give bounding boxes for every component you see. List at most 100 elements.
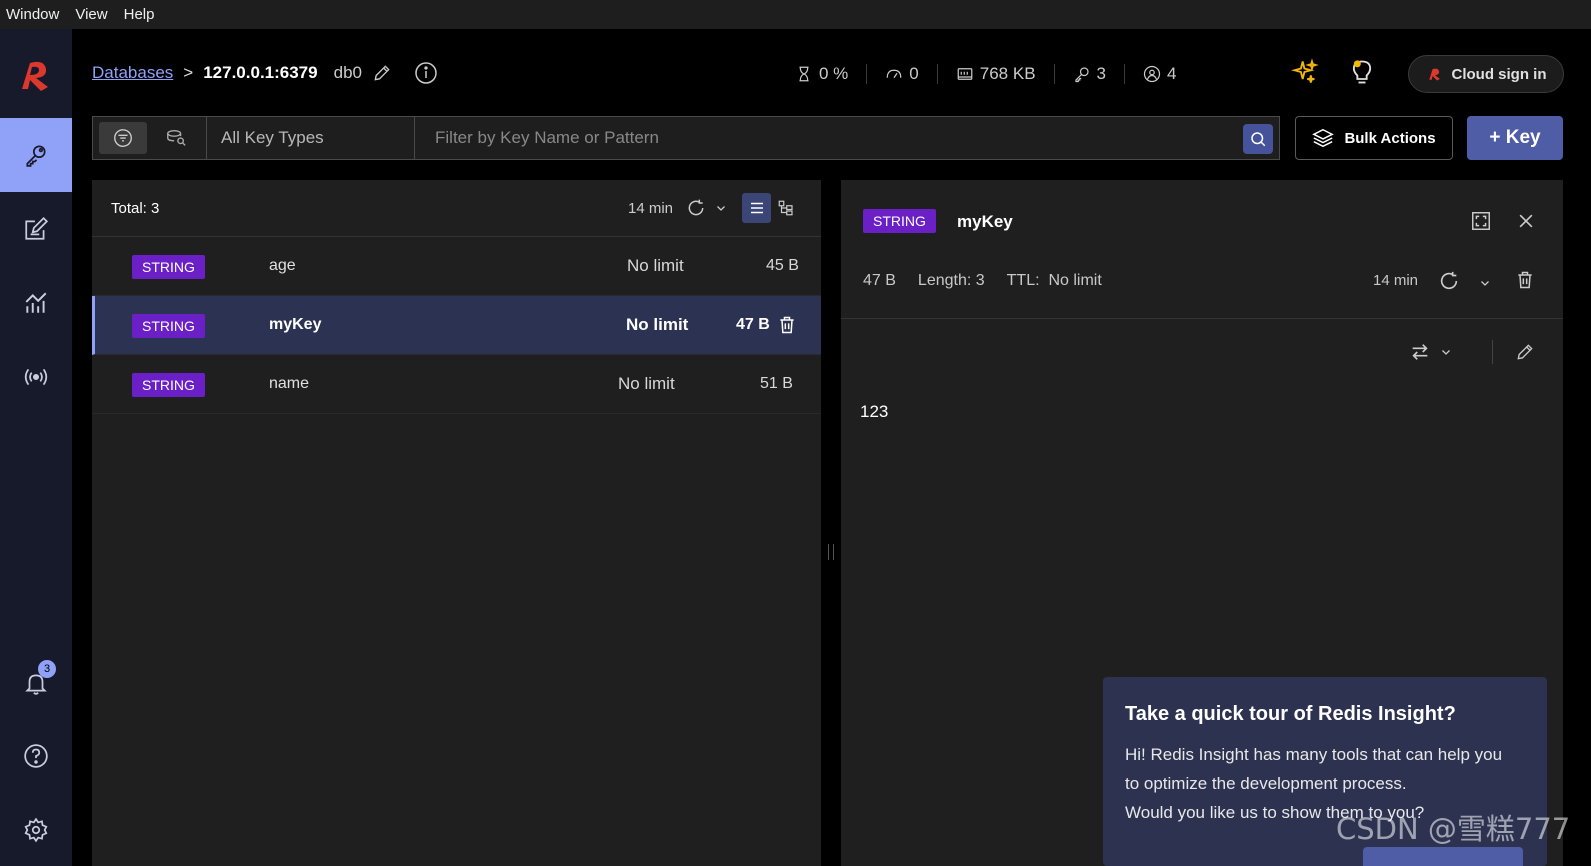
ai-assistant-icon[interactable] <box>1290 57 1320 87</box>
edit-icon <box>25 216 49 240</box>
key-row[interactable]: STRING name No limit 51 B <box>92 355 821 414</box>
tree-view-button[interactable] <box>771 193 800 223</box>
key-value[interactable]: 123 <box>860 402 888 422</box>
memory-icon <box>957 68 973 80</box>
key-icon <box>1074 67 1089 83</box>
search-button[interactable] <box>1243 124 1273 154</box>
filter-icon <box>113 129 132 147</box>
last-refresh-time: 14 min <box>1373 272 1419 289</box>
gear-icon <box>24 817 48 843</box>
sidebar-item-notifications[interactable]: 3 <box>0 646 72 720</box>
format-switch-icon[interactable] <box>1406 338 1434 366</box>
tour-start-button[interactable] <box>1363 847 1523 866</box>
key-name-title[interactable]: myKey <box>957 212 1013 232</box>
view-mode-toggle <box>742 193 800 223</box>
menu-help[interactable]: Help <box>124 6 155 23</box>
key-icon <box>26 145 46 167</box>
sidebar-item-workbench[interactable] <box>0 192 72 266</box>
breadcrumb-separator: > <box>183 63 194 82</box>
key-type-badge: STRING <box>132 373 205 397</box>
database-host: 127.0.0.1:6379 <box>203 63 318 82</box>
total-keys: Total: 3 <box>111 200 160 217</box>
filter-bar: All Key Types Filter by Key Name or Patt… <box>92 116 1280 160</box>
key-ttl: No limit <box>626 315 689 334</box>
chevron-down-icon[interactable] <box>707 194 735 222</box>
key-search-input[interactable]: Filter by Key Name or Pattern <box>415 117 1279 159</box>
key-type-badge: STRING <box>132 255 205 279</box>
broadcast-icon <box>24 368 48 386</box>
trash-icon[interactable] <box>777 314 797 341</box>
lightbulb-icon[interactable] <box>1347 57 1377 87</box>
layers-icon <box>1312 128 1335 148</box>
redis-logo-icon <box>1428 68 1440 81</box>
info-icon[interactable] <box>414 61 438 85</box>
stat-cpu: 0 % <box>777 64 866 84</box>
stat-memory: 768 KB <box>936 64 1054 84</box>
add-key-button[interactable]: + Key <box>1467 116 1563 160</box>
redis-logo-icon[interactable] <box>14 53 58 97</box>
menu-window[interactable]: Window <box>6 6 59 23</box>
sidebar: 3 <box>0 29 72 866</box>
key-details-header: STRING myKey 47 B Length: 3 TTL: No limi… <box>841 180 1563 319</box>
sidebar-item-browser[interactable] <box>0 118 72 192</box>
key-name: myKey <box>269 316 322 333</box>
stat-ops: 0 <box>866 64 936 84</box>
help-icon <box>24 744 48 768</box>
hourglass-icon <box>799 66 809 82</box>
key-size: 45 B <box>766 257 799 274</box>
key-type-badge: STRING <box>132 314 205 338</box>
close-icon[interactable] <box>1512 207 1540 235</box>
key-length: Length: 3 <box>917 272 985 289</box>
pencil-icon[interactable] <box>1511 338 1539 366</box>
tour-text-line-2: to optimize the development process. <box>1125 774 1407 793</box>
list-icon <box>750 202 763 214</box>
refresh-icon[interactable] <box>682 194 710 222</box>
tour-title: Take a quick tour of Redis Insight? <box>1125 703 1456 725</box>
pencil-icon[interactable] <box>372 63 392 83</box>
key-size: 51 B <box>760 375 793 392</box>
menu-view[interactable]: View <box>75 6 107 23</box>
key-type-select[interactable]: All Key Types <box>207 117 415 159</box>
trash-icon[interactable] <box>1511 266 1539 294</box>
key-size: 47 B <box>736 316 770 333</box>
key-name: name <box>269 375 310 392</box>
filter-mode-search-button[interactable] <box>153 122 201 154</box>
chevron-down-icon[interactable] <box>1471 269 1499 297</box>
cloud-sign-in-button[interactable]: Cloud sign in <box>1408 55 1564 93</box>
key-list-panel: Total: 3 14 min STRING age No limit 45 B… <box>92 180 821 866</box>
tree-icon <box>778 200 793 216</box>
breadcrumb: Databases > 127.0.0.1:6379 db0 <box>92 61 438 85</box>
chevron-down-icon[interactable] <box>1432 338 1460 366</box>
key-list-header: Total: 3 14 min <box>92 180 821 237</box>
panel-resize-handle[interactable] <box>821 180 841 866</box>
speedometer-icon <box>886 69 902 79</box>
tour-text-line-1: Hi! Redis Insight has many tools that ca… <box>1125 745 1503 764</box>
toolbar-divider <box>1492 340 1493 364</box>
list-view-button[interactable] <box>742 193 771 223</box>
header: Databases > 127.0.0.1:6379 db0 0 % 0 768… <box>72 29 1591 117</box>
key-type-badge: STRING <box>863 209 936 233</box>
watermark: CSDN @雪糕777 <box>1336 812 1571 846</box>
refresh-icon[interactable] <box>1435 267 1463 295</box>
breadcrumb-databases-link[interactable]: Databases <box>92 63 173 83</box>
sidebar-item-analysis[interactable] <box>0 266 72 340</box>
key-name: age <box>269 257 296 274</box>
database-index: db0 <box>333 63 362 82</box>
sidebar-item-pubsub[interactable] <box>0 340 72 414</box>
stack-search-icon <box>167 129 186 146</box>
key-row-selected[interactable]: STRING myKey No limit 47 B <box>92 296 821 355</box>
sidebar-item-help[interactable] <box>0 719 72 793</box>
key-size: 47 B <box>863 272 896 289</box>
search-icon <box>1251 132 1266 147</box>
stat-keys: 3 <box>1053 64 1124 84</box>
key-ttl: No limit <box>627 256 684 275</box>
last-refresh-time: 14 min <box>628 200 674 217</box>
fullscreen-icon[interactable] <box>1467 207 1495 235</box>
filter-mode-toggle <box>93 117 207 159</box>
key-ttl[interactable]: TTL: No limit <box>1007 272 1102 290</box>
key-row[interactable]: STRING age No limit 45 B <box>92 237 821 296</box>
filter-mode-pattern-button[interactable] <box>99 122 147 154</box>
database-stats: 0 % 0 768 KB 3 4 <box>777 59 1194 89</box>
bulk-actions-button[interactable]: Bulk Actions <box>1295 116 1453 160</box>
sidebar-item-settings[interactable] <box>0 793 72 866</box>
